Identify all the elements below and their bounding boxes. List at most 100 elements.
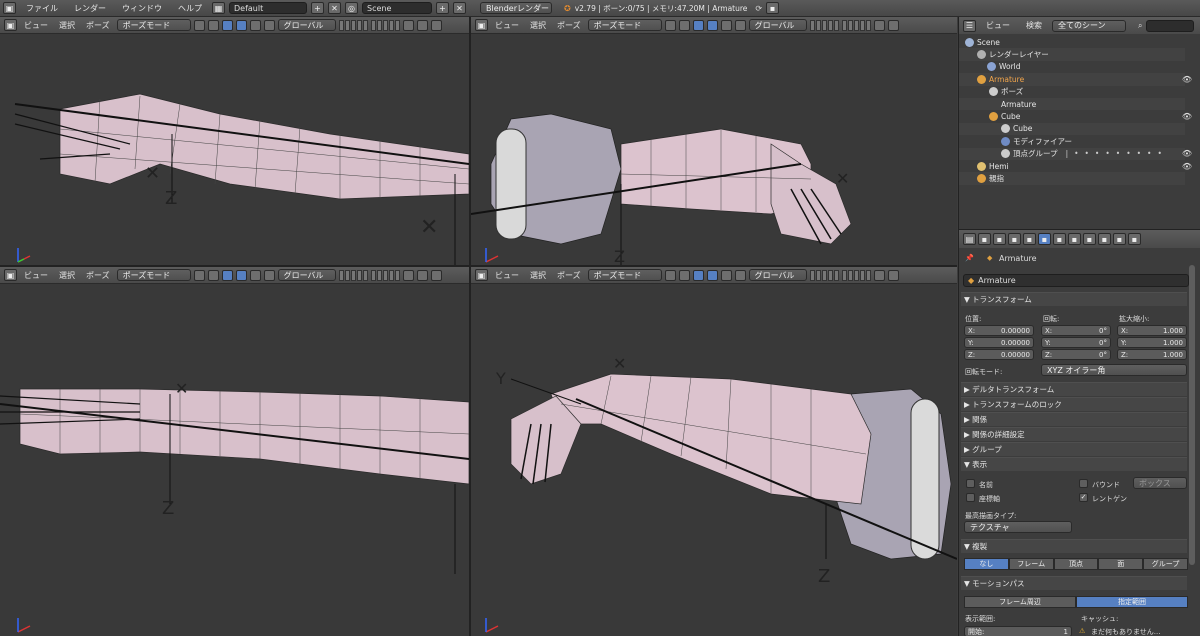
shading-icon[interactable]: [193, 269, 205, 281]
translate-icon[interactable]: [706, 269, 718, 281]
outliner-item-cube-mesh[interactable]: Cube: [959, 122, 1185, 136]
screen-layout-field[interactable]: Default: [229, 2, 307, 14]
rotate-icon[interactable]: [249, 19, 261, 31]
menu-pose[interactable]: ポーズ: [82, 270, 114, 281]
translate-icon[interactable]: [235, 269, 247, 281]
viewport-top-right[interactable]: ▣ ビュー 選択 ポーズ ポーズモード グローバル Z ✕: [471, 17, 957, 265]
pose-lock-icon[interactable]: [873, 269, 885, 281]
translate-icon[interactable]: [706, 19, 718, 31]
rotate-icon[interactable]: [249, 269, 261, 281]
transform-locks-panel[interactable]: ▶ トランスフォームのロック: [961, 397, 1187, 411]
location-y-field[interactable]: Y: 0.00000: [964, 337, 1034, 348]
scale-z-field[interactable]: Z: 1.000: [1117, 349, 1187, 360]
layer-buttons[interactable]: [338, 269, 368, 281]
properties-editor-icon[interactable]: ▤: [963, 233, 976, 245]
outliner-item-world[interactable]: World: [959, 61, 1185, 73]
physics-tab-icon[interactable]: ▪: [1128, 233, 1141, 245]
search-icon[interactable]: ⌕: [1138, 21, 1142, 31]
menu-view[interactable]: ビュー: [491, 20, 523, 31]
view3d-icon[interactable]: ▣: [475, 269, 488, 281]
shading-icon[interactable]: [193, 19, 205, 31]
menu-select[interactable]: 選択: [55, 270, 79, 281]
menu-select[interactable]: 選択: [526, 270, 550, 281]
scale-x-field[interactable]: X: 1.000: [1117, 325, 1187, 336]
layer-buttons-2[interactable]: [370, 269, 400, 281]
render-engine-select[interactable]: Blenderレンダー: [480, 2, 552, 14]
view3d-icon[interactable]: ▣: [475, 19, 488, 31]
dup-frames-button[interactable]: フレーム: [1008, 558, 1054, 570]
scale-icon[interactable]: [734, 19, 746, 31]
rotate-icon[interactable]: [720, 19, 732, 31]
relations-extras-panel[interactable]: ▶ 関係の詳細設定: [961, 427, 1187, 441]
add-screen-button[interactable]: +: [311, 2, 324, 14]
orientation-select[interactable]: グローバル: [277, 19, 336, 31]
menu-window[interactable]: ウィンドウ: [116, 3, 168, 14]
refresh-icon[interactable]: ⟳: [755, 4, 762, 13]
layer-buttons-2[interactable]: [841, 269, 871, 281]
manipulator-icon[interactable]: [221, 269, 233, 281]
bounds-checkbox[interactable]: [1079, 479, 1088, 488]
editor-type-icon[interactable]: ▣: [3, 2, 16, 14]
menu-pose[interactable]: ポーズ: [553, 270, 585, 281]
orientation-select[interactable]: グローバル: [748, 269, 807, 281]
outliner-item-armature[interactable]: Armature: [959, 73, 1185, 86]
translate-icon[interactable]: [235, 19, 247, 31]
viewport-bottom-left[interactable]: ▣ ビュー 選択 ポーズ ポーズモード グローバル Z ✕: [0, 267, 469, 636]
display-panel-header[interactable]: ▼ 表示: [961, 457, 1187, 471]
rotation-y-field[interactable]: Y: 0°: [1041, 337, 1111, 348]
axis-checkbox[interactable]: [966, 493, 975, 502]
texture-tab-icon[interactable]: ▪: [1113, 233, 1126, 245]
orientation-select[interactable]: グローバル: [277, 269, 336, 281]
outliner-search-input[interactable]: [1146, 19, 1195, 32]
visibility-icons[interactable]: 👁 👁 👁 👁: [1182, 74, 1192, 173]
layer-buttons[interactable]: [809, 19, 839, 31]
scale-icon[interactable]: [734, 269, 746, 281]
paste-pose-icon[interactable]: [430, 19, 442, 31]
dup-verts-button[interactable]: 頂点: [1053, 558, 1099, 570]
bone-tab-icon[interactable]: ▪: [1083, 233, 1096, 245]
menu-render[interactable]: レンダー: [68, 3, 112, 14]
outliner-item-armature-data[interactable]: Armature: [959, 98, 1185, 111]
menu-file[interactable]: ファイル: [20, 3, 64, 14]
scale-icon[interactable]: [263, 19, 275, 31]
dup-faces-button[interactable]: 面: [1098, 558, 1144, 570]
constraints-tab-icon[interactable]: ▪: [1053, 233, 1066, 245]
scene-tab-icon[interactable]: ▪: [1008, 233, 1021, 245]
dup-none-button[interactable]: なし: [964, 558, 1009, 570]
outliner-item-pose[interactable]: ポーズ: [959, 86, 1185, 98]
scene-field[interactable]: Scene: [362, 2, 432, 14]
location-z-field[interactable]: Z: 0.00000: [964, 349, 1034, 360]
menu-help[interactable]: ヘルプ: [172, 3, 208, 14]
pivot-icon[interactable]: [207, 19, 219, 31]
pivot-icon[interactable]: [207, 269, 219, 281]
around-frame-button[interactable]: フレーム周辺: [964, 596, 1076, 608]
manipulator-icon[interactable]: [221, 19, 233, 31]
manipulator-icon[interactable]: [692, 19, 704, 31]
dup-group-button[interactable]: グループ: [1143, 558, 1188, 570]
layer-buttons-2[interactable]: [841, 19, 871, 31]
transform-panel-header[interactable]: ▼ トランスフォーム: [961, 292, 1187, 306]
render-tab-icon[interactable]: ▪: [978, 233, 991, 245]
outliner-item-vertex-groups[interactable]: 頂点グループ |•••••••••: [959, 147, 1185, 160]
bone-constraint-tab-icon[interactable]: ▪: [1098, 233, 1111, 245]
menu-view[interactable]: ビュー: [20, 270, 52, 281]
copy-pose-icon[interactable]: [887, 19, 899, 31]
menu-select[interactable]: 選択: [55, 20, 79, 31]
menu-pose[interactable]: ポーズ: [82, 20, 114, 31]
outliner-item-cube[interactable]: Cube: [959, 110, 1185, 122]
rotation-mode-select[interactable]: XYZ オイラー角: [1041, 364, 1187, 376]
outliner-item-hemi[interactable]: Hemi: [959, 160, 1185, 172]
mode-select[interactable]: ポーズモード: [116, 269, 191, 281]
groups-panel[interactable]: ▶ グループ: [961, 442, 1187, 456]
copy-pose-icon[interactable]: [887, 269, 899, 281]
shading-icon[interactable]: [664, 269, 676, 281]
object-name-field[interactable]: ◆ Armature: [963, 274, 1189, 287]
name-checkbox[interactable]: [966, 479, 975, 488]
delete-screen-button[interactable]: ✕: [328, 2, 341, 14]
copy-pose-icon[interactable]: [416, 19, 428, 31]
pin-icon[interactable]: 📌: [965, 254, 974, 262]
outliner-item-render-layers[interactable]: レンダーレイヤー: [959, 48, 1185, 61]
outliner-editor-icon[interactable]: ☰: [963, 19, 976, 32]
add-scene-button[interactable]: +: [436, 2, 449, 14]
view3d-icon[interactable]: ▣: [4, 19, 17, 31]
